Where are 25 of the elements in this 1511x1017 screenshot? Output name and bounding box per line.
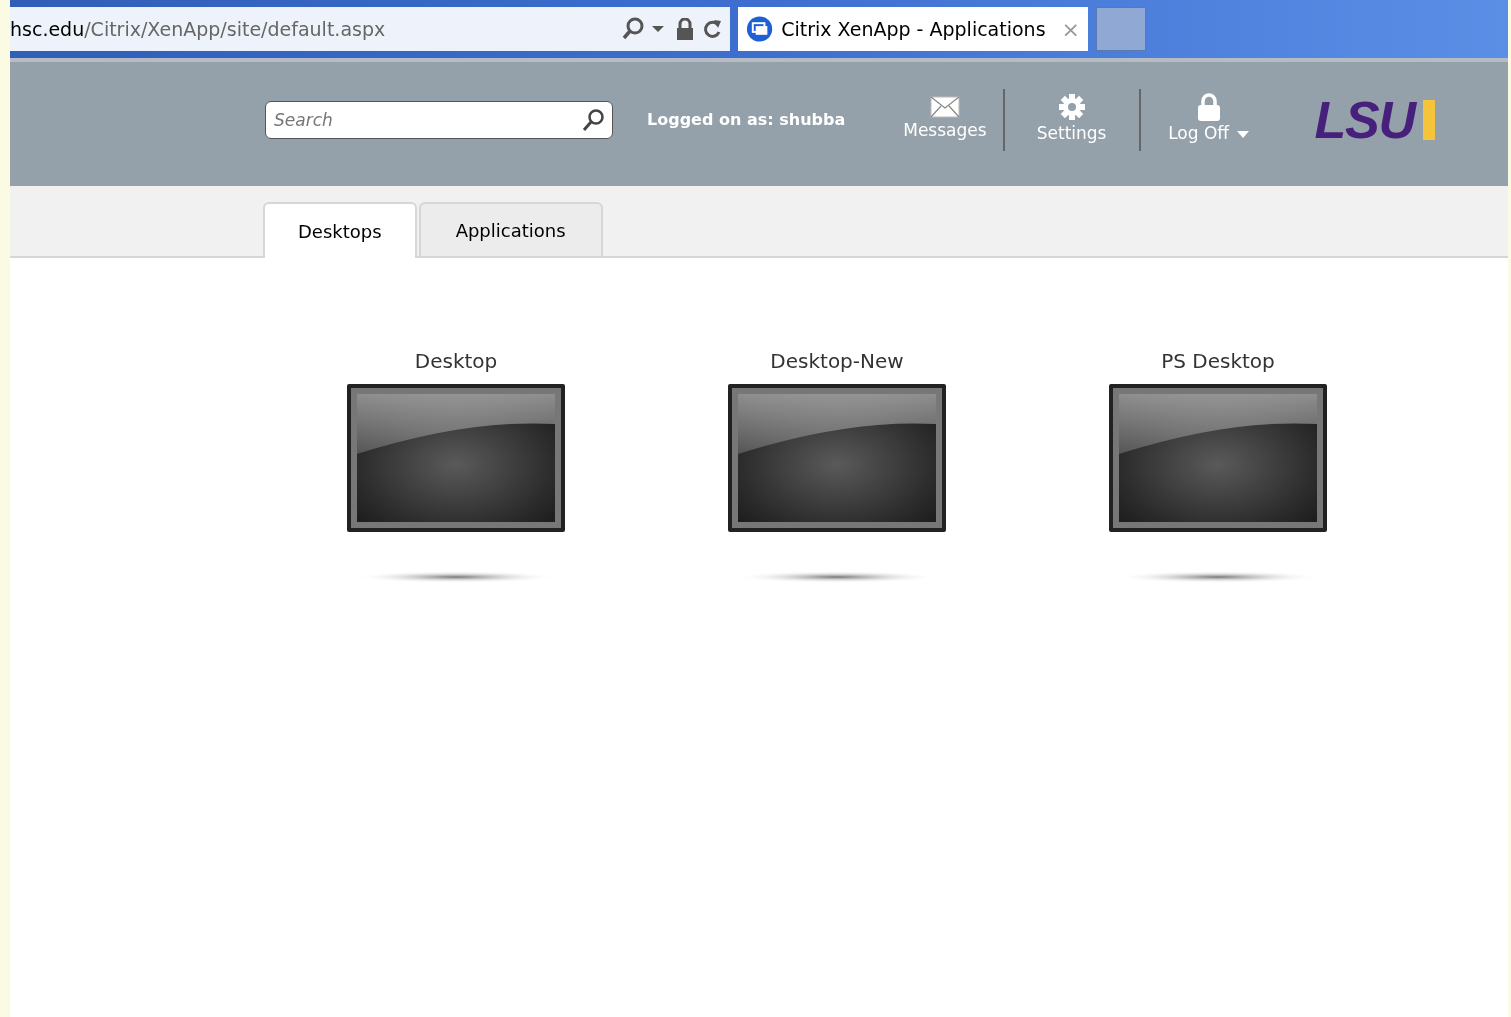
search-icon: [581, 108, 605, 132]
tab[interactable]: Applications: [418, 202, 603, 256]
desktop-name[interactable]: Desktop: [414, 346, 498, 376]
refresh-icon[interactable]: [702, 18, 722, 40]
lock-icon: [1195, 93, 1222, 122]
browser-tab[interactable]: Citrix XenApp - Applications ×: [738, 7, 1088, 51]
settings-icon: [1057, 93, 1086, 122]
search-icon[interactable]: [622, 17, 644, 41]
desktop-name[interactable]: Desktop-New: [770, 346, 904, 376]
dropdown-caret-icon[interactable]: [652, 25, 664, 33]
address-bar[interactable]: hsc.edu/Citrix/XenApp/site/default.aspx: [10, 7, 730, 51]
logged-on-text: Logged on as: shubba: [647, 109, 846, 131]
monitor-icon[interactable]: [728, 384, 946, 584]
tab-title: Citrix XenApp - Applications: [781, 16, 1046, 42]
url-text: hsc.edu/Citrix/XenApp/site/default.aspx: [10, 16, 386, 42]
envelope-icon: [929, 96, 960, 119]
lock-icon: [676, 18, 694, 40]
monitor-icon[interactable]: [1109, 384, 1327, 584]
caret-icon: [1237, 130, 1250, 138]
tab[interactable]: Desktops: [263, 202, 417, 258]
logo: LSU: [1314, 94, 1415, 146]
desktop-name[interactable]: PS Desktop: [1161, 346, 1275, 376]
monitor-icon[interactable]: [347, 384, 565, 584]
search-field[interactable]: Search: [265, 101, 613, 139]
site-icon: [746, 15, 774, 43]
